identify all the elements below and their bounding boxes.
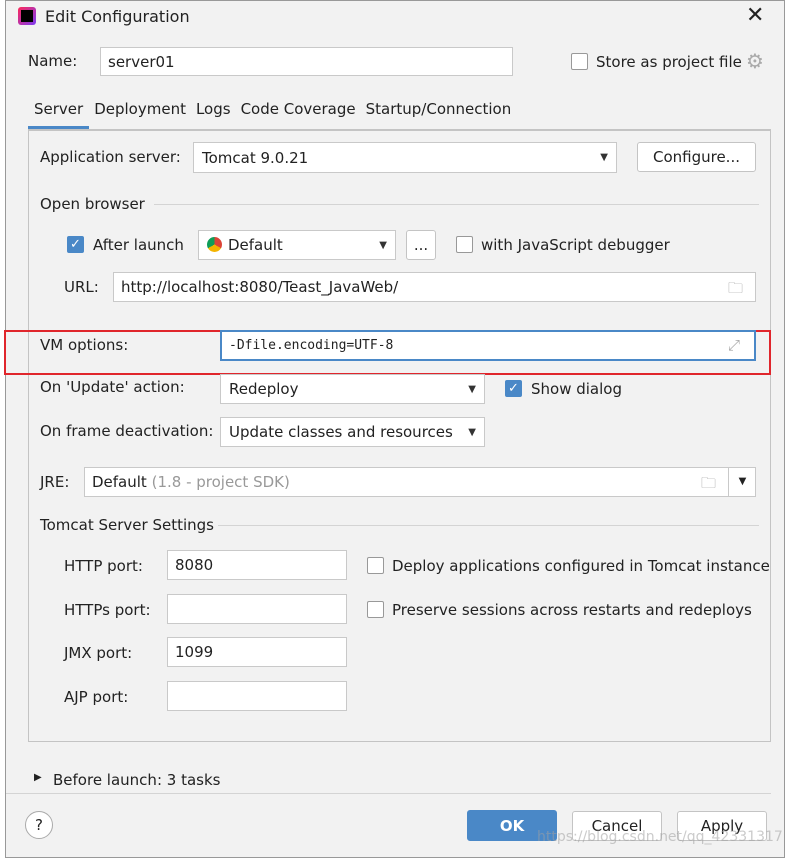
store-as-project-file-label: Store as project file <box>596 53 742 71</box>
ajp-port-input[interactable] <box>167 681 347 711</box>
js-debugger-label: with JavaScript debugger <box>481 236 670 254</box>
tab-bar: Server Deployment Logs Code Coverage Sta… <box>28 100 516 130</box>
deploy-applications-label: Deploy applications configured in Tomcat… <box>392 557 770 575</box>
preserve-sessions-checkbox[interactable] <box>367 601 384 618</box>
jre-select[interactable]: Default (1.8 - project SDK) <box>84 467 756 497</box>
close-icon[interactable]: ✕ <box>746 3 764 28</box>
update-action-value: Redeploy <box>229 380 299 398</box>
footer-divider <box>6 793 771 794</box>
https-port-input[interactable] <box>167 594 347 624</box>
chevron-down-icon: ▼ <box>600 152 608 163</box>
chevron-down-icon: ▼ <box>468 383 476 395</box>
watermark: https://blog.csdn.net/qq_42331317 <box>537 829 783 845</box>
configure-button[interactable]: Configure... <box>637 142 756 172</box>
show-dialog-label: Show dialog <box>531 380 622 398</box>
tomcat-settings-heading: Tomcat Server Settings <box>40 516 214 534</box>
ajp-port-label: AJP port: <box>64 688 129 706</box>
https-port-label: HTTPs port: <box>64 601 151 619</box>
browser-settings-button[interactable]: ... <box>406 230 436 260</box>
url-label: URL: <box>64 278 99 296</box>
show-dialog-checkbox[interactable]: ✓ <box>505 380 522 397</box>
browser-value: Default <box>207 236 283 254</box>
update-action-label: On 'Update' action: <box>40 378 185 396</box>
expand-icon[interactable]: ⤢ <box>728 336 740 354</box>
open-browser-heading: Open browser <box>40 195 145 213</box>
tab-code-coverage[interactable]: Code Coverage <box>236 100 361 130</box>
jre-hint: (1.8 - project SDK) <box>151 473 290 491</box>
js-debugger-checkbox[interactable] <box>456 236 473 253</box>
jre-label: JRE: <box>40 473 70 491</box>
after-launch-label: After launch <box>93 236 184 254</box>
frame-deactivation-label: On frame deactivation: <box>40 422 214 440</box>
chrome-icon <box>207 237 222 252</box>
jre-value: Default <box>92 473 147 491</box>
after-launch-checkbox[interactable]: ✓ <box>67 236 84 253</box>
jmx-port-input[interactable]: 1099 <box>167 637 347 667</box>
chevron-down-icon[interactable]: ▼ <box>728 467 756 497</box>
jmx-port-label: JMX port: <box>64 644 133 662</box>
edit-configuration-dialog: Edit Configuration ✕ Name: server01 Stor… <box>4 0 785 858</box>
application-server-value: Tomcat 9.0.21 <box>202 148 309 167</box>
frame-deactivation-value: Update classes and resources <box>229 423 453 441</box>
divider <box>154 204 759 205</box>
before-launch-toggle[interactable]: Before launch: 3 tasks <box>53 771 220 789</box>
store-as-project-file-checkbox[interactable] <box>571 53 588 70</box>
name-label: Name: <box>28 52 78 70</box>
window-title: Edit Configuration <box>45 7 190 26</box>
tab-server[interactable]: Server <box>28 100 90 130</box>
deploy-applications-checkbox[interactable] <box>367 557 384 574</box>
gear-icon[interactable]: ⚙ <box>746 49 764 73</box>
chevron-down-icon: ▼ <box>379 239 387 251</box>
application-server-select[interactable]: Tomcat 9.0.21 ▼ <box>193 142 617 173</box>
tab-logs[interactable]: Logs <box>191 100 236 130</box>
help-button[interactable]: ? <box>25 811 53 839</box>
browser-select[interactable]: Default ▼ <box>198 230 396 260</box>
chevron-down-icon: ▼ <box>468 426 476 438</box>
url-input[interactable]: http://localhost:8080/Teast_JavaWeb/ <box>113 272 756 302</box>
folder-icon[interactable]: 🗀 <box>701 473 716 498</box>
update-action-select[interactable]: Redeploy ▼ <box>220 374 485 404</box>
divider <box>218 525 759 526</box>
folder-icon[interactable]: 🗀 <box>728 278 743 303</box>
preserve-sessions-label: Preserve sessions across restarts and re… <box>392 601 752 619</box>
http-port-input[interactable]: 8080 <box>167 550 347 580</box>
vm-options-input[interactable]: -Dfile.encoding=UTF-8 <box>220 330 756 361</box>
http-port-label: HTTP port: <box>64 557 143 575</box>
vm-options-label: VM options: <box>40 336 129 354</box>
frame-deactivation-select[interactable]: Update classes and resources ▼ <box>220 417 485 447</box>
tab-startup-connection[interactable]: Startup/Connection <box>361 100 517 130</box>
intellij-logo-icon <box>18 7 36 25</box>
tab-deployment[interactable]: Deployment <box>89 100 191 130</box>
expand-arrow-icon[interactable]: ▶ <box>34 772 42 783</box>
name-input[interactable]: server01 <box>100 47 513 76</box>
application-server-label: Application server: <box>40 148 181 166</box>
